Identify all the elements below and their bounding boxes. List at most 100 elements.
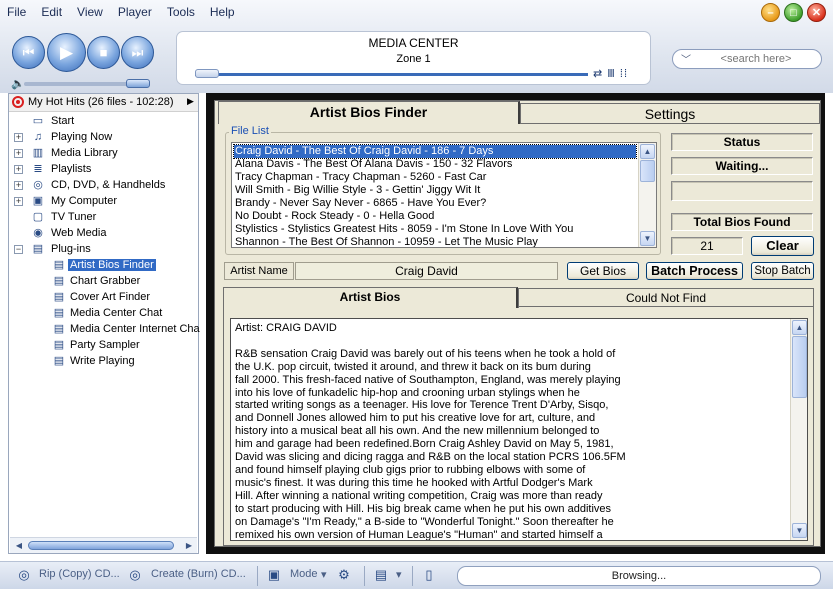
file-list-item[interactable]: No Doubt - Rock Steady - 0 - Hella Good — [234, 210, 636, 223]
total-bios-count: 21 — [671, 237, 743, 255]
stop-batch-button[interactable]: Stop Batch — [751, 262, 814, 280]
menu-help[interactable]: Help — [210, 5, 235, 19]
tree-item-label: My Computer — [51, 195, 118, 207]
tree-item-label: Playlists — [51, 163, 92, 175]
artist-name-field[interactable]: Craig David — [295, 262, 558, 280]
mode-icon[interactable]: ▣ — [265, 566, 283, 584]
tree-item-chart-grabber[interactable]: ▤ Chart Grabber — [9, 274, 198, 290]
tab-artist-bios-finder[interactable]: Artist Bios Finder — [218, 101, 520, 124]
tab-artist-bios[interactable]: Artist Bios — [223, 287, 518, 308]
list-view-icon[interactable]: ▤ — [372, 566, 390, 584]
file-list[interactable]: Craig David - The Best Of Craig David - … — [231, 142, 657, 248]
file-list-item[interactable]: Stylistics - Stylistics Greatest Hits - … — [234, 223, 636, 236]
seek-bar-thumb[interactable] — [195, 69, 219, 78]
tree-item-label: TV Tuner — [51, 211, 97, 223]
clear-button[interactable]: Clear — [751, 236, 814, 256]
tree-item-media-center-chat[interactable]: ▤ Media Center Chat — [9, 306, 198, 322]
rip-cd-button[interactable]: Rip (Copy) CD... — [39, 568, 120, 580]
scroll-thumb[interactable] — [28, 541, 174, 550]
tree-item-web-media[interactable]: ◉ Web Media — [9, 226, 198, 242]
tree-item-write-playing[interactable]: ▤ Write Playing — [9, 354, 198, 370]
mode-dropdown-icon[interactable]: ▾ — [321, 568, 327, 581]
search-dropdown-icon[interactable]: ﹀ — [681, 51, 691, 66]
file-list-scrollbar[interactable]: ▲ ▼ — [638, 143, 656, 247]
tree-item-media-center-internet-cha[interactable]: ▤ Media Center Internet Cha — [9, 322, 200, 338]
file-list-item[interactable]: Brandy - Never Say Never - 6865 - Have Y… — [234, 197, 636, 210]
rip-cd-icon[interactable]: ◎ — [15, 566, 33, 584]
plugin-icon: ▤ — [53, 323, 65, 335]
bio-scrollbar[interactable]: ▲ ▼ — [790, 319, 807, 540]
status-detail — [671, 181, 813, 201]
current-playlist-header[interactable]: My Hot Hits (26 files - 102:28) ▶ — [9, 94, 198, 112]
stop-button[interactable]: ■ — [87, 36, 120, 69]
playing-now-icon: ♫ — [33, 131, 43, 143]
tab-could-not-find[interactable]: Could Not Find — [518, 288, 814, 308]
menu-tools[interactable]: Tools — [167, 5, 195, 19]
scroll-right-icon[interactable]: ▶ — [182, 540, 196, 552]
search-input[interactable] — [695, 52, 817, 66]
menu-edit[interactable]: Edit — [41, 5, 62, 19]
menu-file[interactable]: File — [7, 5, 26, 19]
get-bios-button[interactable]: Get Bios — [567, 262, 639, 280]
tree-expander-icon[interactable]: + — [14, 149, 23, 158]
menu-view[interactable]: View — [77, 5, 103, 19]
scroll-up-icon[interactable]: ▲ — [792, 320, 807, 335]
web-media-icon: ◉ — [33, 227, 43, 239]
previous-button[interactable]: ⏮ — [12, 36, 45, 69]
tools-icon[interactable]: ⚙ — [335, 566, 353, 584]
seek-bar[interactable] — [195, 73, 588, 76]
tree-expander-icon[interactable]: + — [14, 181, 23, 190]
volume-slider-thumb[interactable] — [126, 79, 150, 88]
tree-item-playing-now[interactable]: + ♫ Playing Now — [9, 130, 198, 146]
tree-item-playlists[interactable]: + ≣ Playlists — [9, 162, 198, 178]
tree-expander-icon[interactable]: − — [14, 245, 23, 254]
playlist-arrow-icon[interactable]: ▶ — [187, 96, 194, 107]
tab-settings[interactable]: Settings — [520, 103, 820, 124]
display-options-icon[interactable]: ⇄ Ⅲ ⁞⁞ — [593, 67, 628, 80]
tree-expander-icon[interactable]: + — [14, 133, 23, 142]
scroll-left-icon[interactable]: ◀ — [12, 540, 26, 552]
view-dropdown-icon[interactable]: ▾ — [396, 568, 402, 581]
tree-horizontal-scrollbar[interactable]: ◀ ▶ — [10, 537, 197, 553]
tree-item-plug-ins[interactable]: − ▤ Plug-ins — [9, 242, 198, 258]
file-list-item[interactable]: Craig David - The Best Of Craig David - … — [233, 144, 637, 159]
file-list-item[interactable]: Alana Davis - The Best Of Alana Davis - … — [234, 158, 636, 171]
tree-item-cover-art-finder[interactable]: ▤ Cover Art Finder — [9, 290, 198, 306]
scroll-thumb[interactable] — [792, 336, 807, 398]
tree-item-media-library[interactable]: + ▥ Media Library — [9, 146, 198, 162]
minimize-icon: – — [767, 7, 774, 19]
tree-item-artist-bios-finder[interactable]: ▤ Artist Bios Finder — [9, 258, 198, 274]
tv-tuner-icon: ▢ — [32, 211, 44, 223]
batch-process-button[interactable]: Batch Process — [646, 262, 743, 280]
handheld-icon[interactable]: ▯ — [420, 566, 438, 584]
file-list-item[interactable]: Tracy Chapman - Tracy Chapman - 5260 - F… — [234, 171, 636, 184]
burn-cd-icon[interactable]: ◎ — [126, 566, 144, 584]
tree-item-party-sampler[interactable]: ▤ Party Sampler — [9, 338, 198, 354]
tree-item-my-computer[interactable]: + ▣ My Computer — [9, 194, 198, 210]
scroll-down-icon[interactable]: ▼ — [792, 523, 807, 538]
artist-bio-textbox[interactable]: Artist: CRAIG DAVID R&B sensation Craig … — [230, 318, 808, 541]
minimize-button[interactable]: – — [761, 3, 780, 22]
play-button[interactable]: ▶ — [47, 33, 86, 72]
current-playlist-label: My Hot Hits (26 files - 102:28) — [28, 96, 174, 108]
tree-item-cd-dvd-handhelds[interactable]: + ◎ CD, DVD, & Handhelds — [9, 178, 198, 194]
tree-item-start[interactable]: ▭ Start — [9, 114, 198, 130]
tree-expander-icon[interactable]: + — [14, 197, 23, 206]
scroll-down-icon[interactable]: ▼ — [640, 231, 655, 246]
tree-expander-icon[interactable]: + — [14, 165, 23, 174]
scroll-thumb[interactable] — [640, 160, 655, 182]
tree-item-label: Media Library — [51, 147, 118, 159]
menu-player[interactable]: Player — [118, 5, 152, 19]
scroll-up-icon[interactable]: ▲ — [640, 144, 655, 159]
close-icon: ✕ — [811, 7, 822, 19]
burn-cd-button[interactable]: Create (Burn) CD... — [151, 568, 246, 580]
next-button[interactable]: ⏭ — [121, 36, 154, 69]
tree-item-tv-tuner[interactable]: ▢ TV Tuner — [9, 210, 198, 226]
tree-item-label: Plug-ins — [51, 243, 91, 255]
file-list-item[interactable]: Shannon - The Best Of Shannon - 10959 - … — [234, 236, 636, 247]
maximize-button[interactable]: □ — [784, 3, 803, 22]
search-box[interactable]: ﹀ — [672, 49, 822, 69]
file-list-item[interactable]: Will Smith - Big Willie Style - 3 - Gett… — [234, 184, 636, 197]
close-button[interactable]: ✕ — [807, 3, 826, 22]
mode-button[interactable]: Mode — [290, 568, 318, 580]
